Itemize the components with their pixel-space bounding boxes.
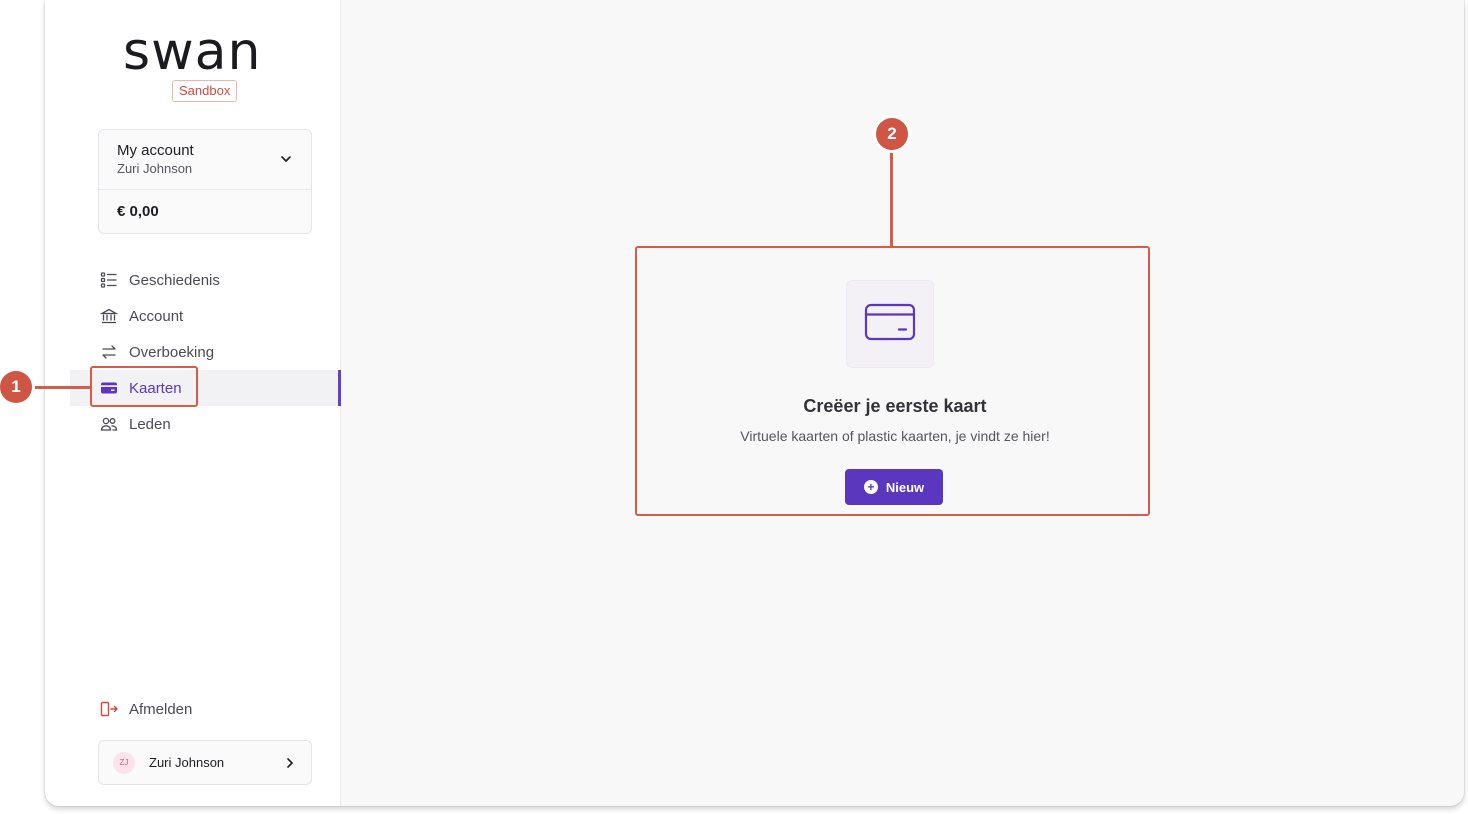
avatar: ZJ xyxy=(113,751,135,774)
account-header[interactable]: My account Zuri Johnson xyxy=(99,130,311,190)
sidebar-item-label: Leden xyxy=(129,415,171,433)
chevron-right-icon xyxy=(283,756,297,775)
swan-logo: swan xyxy=(123,22,262,82)
sidebar-item-leden[interactable]: Leden xyxy=(45,406,341,442)
logout-label: Afmelden xyxy=(129,700,193,718)
annotation-line-2 xyxy=(890,149,893,247)
bank-icon xyxy=(100,307,118,325)
chevron-down-icon[interactable] xyxy=(279,152,293,171)
account-name: My account xyxy=(117,142,194,159)
sidebar-item-label: Geschiedenis xyxy=(129,271,220,289)
annotation-box-2 xyxy=(635,246,1150,516)
sandbox-badge: Sandbox xyxy=(172,80,238,102)
account-holder: Zuri Johnson xyxy=(117,161,193,176)
user-name: Zuri Johnson xyxy=(149,755,225,770)
annotation-marker-2: 2 xyxy=(876,118,908,150)
sidebar-item-account[interactable]: Account xyxy=(45,298,341,334)
annotation-marker-1: 1 xyxy=(0,371,32,403)
people-icon xyxy=(100,415,118,433)
list-icon xyxy=(100,271,118,289)
annotation-box-1 xyxy=(90,366,198,407)
sidebar-item-overboeking[interactable]: Overboeking xyxy=(45,334,341,370)
annotation-line-1 xyxy=(33,386,91,389)
account-switcher[interactable]: My account Zuri Johnson € 0,00 xyxy=(98,129,312,234)
sidebar-item-label: Account xyxy=(129,307,184,325)
sidebar-item-geschiedenis[interactable]: Geschiedenis xyxy=(45,262,341,298)
sidebar-nav: Geschiedenis Account Overboeking Kaarten xyxy=(45,262,341,442)
sidebar-item-label: Overboeking xyxy=(129,343,215,361)
logout-icon xyxy=(100,700,118,718)
user-profile-button[interactable]: ZJ Zuri Johnson xyxy=(98,740,312,785)
account-balance: € 0,00 xyxy=(117,203,159,220)
transfer-arrows-icon xyxy=(100,343,118,361)
logout-button[interactable]: Afmelden xyxy=(100,700,192,718)
